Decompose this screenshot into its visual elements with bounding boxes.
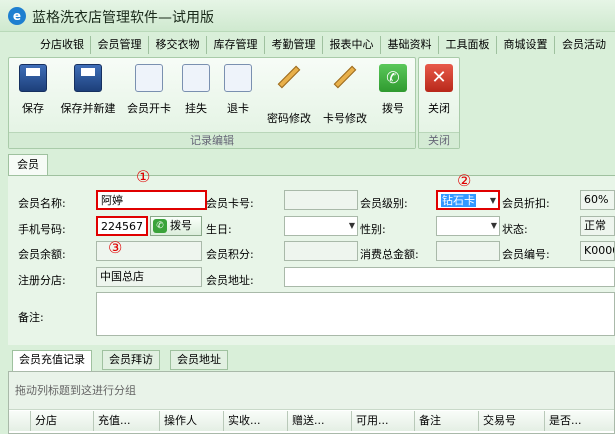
chevron-down-icon: ▼ <box>348 221 355 230</box>
tab-member-visits[interactable]: 会员拜访 <box>102 350 160 370</box>
column-header-branch[interactable]: 分店 <box>31 411 94 431</box>
menu-item-member-management[interactable]: 会员管理 <box>91 36 149 54</box>
member-card-icon <box>135 64 163 92</box>
report-loss-icon <box>182 64 210 92</box>
title-bar: e 蓝格洗衣店管理软件—试用版 <box>0 0 615 32</box>
open-card-button[interactable]: 会员开卡 <box>123 64 175 122</box>
menu-item-basic-data[interactable]: 基础资料 <box>381 36 439 54</box>
close-icon: ✕ <box>425 64 453 92</box>
gender-select[interactable]: ▼ <box>436 216 500 236</box>
main-menu: 分店收银 会员管理 移交衣物 库存管理 考勤管理 报表中心 基础资料 工具面板 … <box>28 34 615 56</box>
return-card-icon <box>224 64 252 92</box>
save-and-new-button[interactable]: 保存并新建 <box>55 64 121 122</box>
tab-member[interactable]: 会员 <box>8 154 48 176</box>
ribbon-group-caption: 关闭 <box>419 132 459 148</box>
column-header-note[interactable]: 备注 <box>415 411 479 431</box>
menu-item-reports[interactable]: 报表中心 <box>323 36 381 54</box>
app-logo-icon: e <box>8 7 26 25</box>
app-title: 蓝格洗衣店管理软件—试用版 <box>32 10 214 26</box>
change-password-button[interactable]: 密码修改 <box>261 64 317 125</box>
member-name-label: 会员名称: <box>18 197 66 210</box>
points-label: 会员积分: <box>206 248 254 261</box>
tab-recharge-records[interactable]: 会员充值记录 <box>12 350 92 372</box>
column-header-recharge[interactable]: 充值... <box>94 411 160 431</box>
points-input[interactable] <box>284 241 358 261</box>
member-form: 会员名称: 阿婷 会员卡号: 会员级别: 钻石卡 ▼ 会员折扣: 60% 手机号码… <box>8 167 615 345</box>
phone-label: 手机号码: <box>18 223 66 236</box>
dial-button[interactable]: ✆ 拨号 <box>375 64 411 122</box>
branch-label: 注册分店: <box>18 274 66 287</box>
member-level-label: 会员级别: <box>360 197 408 210</box>
recharge-grid: 拖动列标题到这进行分组 分店 充值... 操作人 实收... 赠送... 可用.… <box>8 371 615 434</box>
group-panel[interactable]: 拖动列标题到这进行分组 <box>9 372 614 410</box>
branch-input[interactable]: 中国总店 <box>96 267 202 287</box>
tab-member-address[interactable]: 会员地址 <box>170 350 228 370</box>
gender-label: 性别: <box>360 223 386 236</box>
save-new-icon <box>74 64 102 92</box>
chevron-down-icon: ▼ <box>489 196 496 205</box>
status-input[interactable]: 正常 <box>580 216 615 236</box>
menu-item-tools[interactable]: 工具面板 <box>439 36 497 54</box>
chevron-down-icon: ▼ <box>490 221 497 230</box>
column-header-gift[interactable]: 赠送... <box>288 411 352 431</box>
column-header-available[interactable]: 可用... <box>352 411 415 431</box>
ribbon-group-close: ✕ 关闭 关闭 <box>418 57 460 149</box>
document-tabs: 会员 <box>8 154 615 176</box>
status-label: 状态: <box>502 223 528 236</box>
menu-item-attendance[interactable]: 考勤管理 <box>265 36 323 54</box>
menu-item-transfer-clothes[interactable]: 移交衣物 <box>149 36 207 54</box>
phone-icon: ✆ <box>379 64 407 92</box>
annotation-mark-2: ② <box>457 171 472 190</box>
column-header-flag[interactable]: 是否... <box>545 411 614 431</box>
ribbon: 保存 保存并新建 会员开卡 挂失 退卡 密码修改 卡号修改 ✆ 拨号 记录编辑 … <box>8 57 615 149</box>
grid-row-indicator <box>9 411 31 431</box>
pencil-icon <box>275 65 303 102</box>
menu-item-mall-settings[interactable]: 商城设置 <box>497 36 555 54</box>
discount-label: 会员折扣: <box>502 197 550 210</box>
menu-item-member-activity[interactable]: 会员活动 <box>555 36 613 54</box>
card-number-input[interactable] <box>284 190 358 210</box>
note-label: 备注: <box>18 311 44 324</box>
member-number-label: 会员编号: <box>502 248 550 261</box>
total-consume-label: 消费总金额: <box>360 248 419 261</box>
card-number-label: 会员卡号: <box>206 197 254 210</box>
annotation-mark-3: ③ <box>108 238 123 257</box>
report-loss-button[interactable]: 挂失 <box>179 64 213 122</box>
member-level-select[interactable]: 钻石卡 ▼ <box>436 190 500 210</box>
address-input[interactable] <box>284 267 615 287</box>
column-header-transaction-id[interactable]: 交易号 <box>479 411 545 431</box>
annotation-mark-1: ① <box>136 167 151 186</box>
ribbon-group-record-edit: 保存 保存并新建 会员开卡 挂失 退卡 密码修改 卡号修改 ✆ 拨号 记录编辑 <box>8 57 416 149</box>
save-button[interactable]: 保存 <box>13 64 53 122</box>
return-card-button[interactable]: 退卡 <box>221 64 255 122</box>
discount-input[interactable]: 60% <box>580 190 615 210</box>
detail-tabs: 会员充值记录 会员拜访 会员地址 <box>8 350 615 372</box>
member-number-input[interactable]: K0000 <box>580 241 615 261</box>
menu-item-branch-checkout[interactable]: 分店收银 <box>34 36 91 54</box>
balance-label: 会员余额: <box>18 248 66 261</box>
phone-input[interactable]: 224567 <box>96 216 148 236</box>
grid-header-row: 分店 充值... 操作人 实收... 赠送... 可用... 备注 交易号 是否… <box>9 411 614 431</box>
save-icon <box>19 64 47 92</box>
column-header-received[interactable]: 实收... <box>224 411 288 431</box>
member-name-input[interactable]: 阿婷 <box>96 190 207 210</box>
pencil-icon <box>331 65 359 102</box>
column-header-operator[interactable]: 操作人 <box>160 411 224 431</box>
dial-phone-button[interactable]: ✆ 拨号 <box>150 216 202 236</box>
total-consume-input[interactable] <box>436 241 500 261</box>
note-textarea[interactable] <box>96 292 615 336</box>
close-button[interactable]: ✕ 关闭 <box>422 64 456 122</box>
birthday-select[interactable]: ▼ <box>284 216 358 236</box>
menu-item-inventory[interactable]: 库存管理 <box>207 36 265 54</box>
ribbon-group-caption: 记录编辑 <box>9 132 415 148</box>
birthday-label: 生日: <box>206 223 232 236</box>
phone-icon: ✆ <box>153 219 167 233</box>
address-label: 会员地址: <box>206 274 254 287</box>
change-card-number-button[interactable]: 卡号修改 <box>317 64 373 125</box>
